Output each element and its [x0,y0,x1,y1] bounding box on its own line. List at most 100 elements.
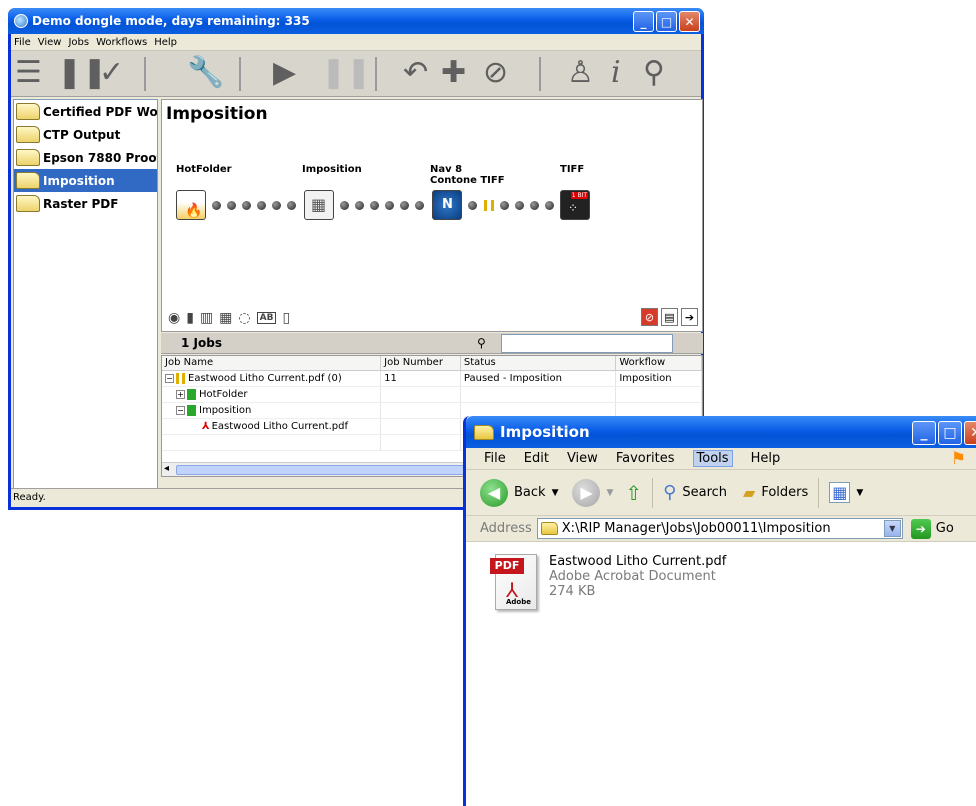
menu-view[interactable]: View [38,37,62,48]
file-item[interactable]: PDF ⅄ Adobe Eastwood Litho Current.pdf A… [490,554,726,612]
folders-icon[interactable]: ▰ [743,483,755,502]
forward-dropdown-icon[interactable]: ▼ [606,488,613,498]
node-label-hotfolder: HotFolder [176,164,232,175]
node-label-contone-tiff: Nav 8 Contone TIFF [430,164,505,186]
jobs-count: 1 Jobs [181,336,222,350]
file-type: Adobe Acrobat Document [549,569,716,584]
up-folder-icon[interactable]: ⇧ [625,481,642,505]
minimize-button[interactable]: _ [633,11,654,32]
forward-node-icon[interactable]: ➔ [681,308,698,326]
forward-arrow-icon[interactable]: ▶ [572,478,601,507]
imposition-tool-icon[interactable]: ▦ [219,310,232,326]
workflow-label: Imposition [43,173,115,188]
tiff-node-icon[interactable]: 1 BIT ⁘ [560,190,590,220]
table-row[interactable]: − Eastwood Litho Current.pdf (0) 11 Pause… [162,371,702,387]
scroll-thumb[interactable] [176,465,476,475]
search-button[interactable]: Search [682,485,727,500]
menu-bar: File View Jobs Workflows Help [11,34,701,51]
paused-icon [484,200,494,211]
pause-icon[interactable]: ❚❚ [321,58,371,88]
jobs-header: 1 Jobs ⚲ [161,333,703,354]
maximize-button[interactable]: □ [656,11,677,32]
go-button[interactable]: ➔ Go [910,518,954,539]
wrench-icon[interactable]: 🔧 [187,58,224,88]
back-dropdown-icon[interactable]: ▼ [552,488,559,498]
info-icon[interactable]: i [611,58,621,88]
menu-tools[interactable]: Tools [692,450,733,467]
undo-icon[interactable]: ↶ [403,58,428,88]
connector-dot [212,201,221,210]
list-icon[interactable]: ☰ [15,58,42,88]
disc-icon[interactable]: ◉ [168,310,180,326]
views-dropdown-icon[interactable]: ▼ [856,488,863,498]
barcode-icon[interactable]: ▥ [200,310,213,326]
close-button[interactable]: ✕ [679,11,700,32]
menu-favorites[interactable]: Favorites [616,451,675,466]
connector-dot [272,201,281,210]
stop-icon[interactable]: ⊘ [483,58,508,88]
back-arrow-icon[interactable]: ◀ [480,478,508,507]
workflow-title: Imposition [166,104,268,124]
list-node-icon[interactable]: ▤ [661,308,678,326]
ab-icon[interactable]: AB [256,312,277,324]
explorer-toolbar: ◀ Back ▼ ▶ ▼ ⇧ ⚲ Search ▰ Folders ▦ ▼ [466,470,976,516]
address-dropdown-icon[interactable]: ▼ [883,520,901,537]
title-bar[interactable]: Demo dongle mode, days remaining: 335 _ … [8,8,704,34]
menu-jobs[interactable]: Jobs [68,37,89,48]
address-input[interactable]: X:\RIP Manager\Jobs\Job00011\Imposition … [536,518,903,539]
bottle-icon[interactable]: ♙ [567,58,594,88]
title-bar[interactable]: Imposition _ □ ✕ [466,416,976,448]
table-row[interactable]: + HotFolder [162,387,702,403]
file-name: Eastwood Litho Current.pdf [211,421,348,432]
workflow-item-raster-pdf[interactable]: Raster PDF [14,192,157,215]
maximize-button[interactable]: □ [938,421,962,445]
plus-icon[interactable]: ✚ [441,58,466,88]
collapse-icon[interactable]: − [165,373,174,383]
column-header[interactable]: Job Number [381,356,461,370]
expand-icon[interactable]: + [176,389,185,399]
go-label: Go [935,521,954,536]
imposition-node-icon[interactable]: ▦ [304,190,334,220]
back-button[interactable]: Back [514,485,546,500]
hotfolder-node-icon[interactable]: 🔥 [176,190,206,220]
job-number: 11 [381,371,461,386]
menu-help[interactable]: Help [154,37,177,48]
workflow-item-imposition[interactable]: Imposition [14,169,157,192]
menu-view[interactable]: View [567,451,598,466]
play-icon[interactable]: ▶ [273,58,296,88]
refresh-icon[interactable]: ◌ [238,310,250,326]
views-icon[interactable]: ▦ [829,482,851,503]
magnifier-icon[interactable]: ⚲ [643,58,665,88]
stop-node-icon[interactable]: ⊘ [641,308,658,326]
collapse-icon[interactable]: − [176,405,185,415]
scroll-left-icon[interactable]: ◂ [164,463,169,474]
check-icon[interactable]: ✓ [99,58,124,88]
column-header[interactable]: Status [461,356,617,370]
workflow-item-epson-proof[interactable]: Epson 7880 Proof [14,146,157,169]
pole-icon[interactable]: ▮ [186,310,194,326]
search-icon[interactable]: ⚲ [663,482,676,503]
menu-workflows[interactable]: Workflows [96,37,147,48]
workflow-item-ctp-output[interactable]: CTP Output [14,123,157,146]
connector-dot [468,201,477,210]
jobs-search-input[interactable] [501,334,673,353]
menu-file[interactable]: File [14,37,31,48]
nav-contone-node-icon[interactable]: N [432,190,462,220]
menu-help[interactable]: Help [751,451,781,466]
menu-file[interactable]: File [484,451,506,466]
app-icon [14,14,28,28]
close-button[interactable]: ✕ [964,421,976,445]
connector-dot [287,201,296,210]
connector-dot [355,201,364,210]
connector-dot [415,201,424,210]
window-title: Imposition [500,423,590,441]
menu-edit[interactable]: Edit [524,451,549,466]
workflow-item-certified-pdf[interactable]: Certified PDF Worl [14,100,157,123]
minimize-button[interactable]: _ [912,421,936,445]
folders-button[interactable]: Folders [761,485,808,500]
connector-dot [545,201,554,210]
column-header[interactable]: Workflow [616,356,702,370]
folder-icon [16,172,40,189]
column-header[interactable]: Job Name [162,356,382,370]
page-icon[interactable]: ▯ [282,310,290,326]
